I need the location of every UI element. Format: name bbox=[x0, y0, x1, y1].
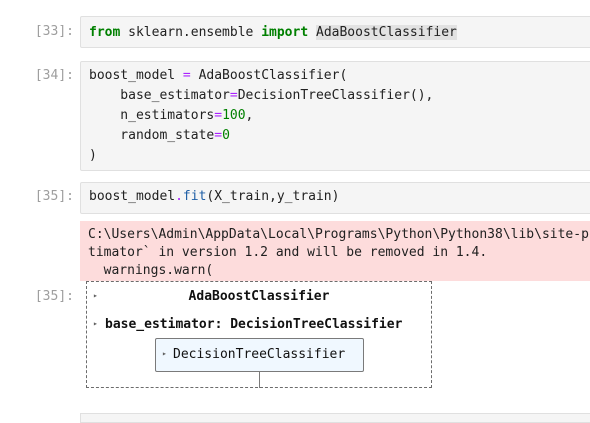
code-token: DecisionTreeClassifier(), bbox=[237, 88, 434, 103]
stderr-line: timator` in version 1.2 and will be remo… bbox=[88, 245, 488, 260]
code-cell-35[interactable]: [35]: boost_model.fit(X_train,y_train) bbox=[0, 182, 590, 214]
code-token: = bbox=[214, 108, 223, 123]
code-line: ) bbox=[89, 146, 590, 166]
code-token: sklearn.ensemble bbox=[120, 25, 262, 40]
connector-line bbox=[259, 372, 260, 388]
code-token: boost_model bbox=[89, 68, 183, 83]
code-token: AdaBoostClassifier( bbox=[190, 68, 348, 83]
output-prompt: [35]: bbox=[34, 289, 74, 304]
code-line: base_estimator=DecisionTreeClassifier(), bbox=[89, 86, 590, 106]
estimator-title[interactable]: AdaBoostClassifier bbox=[87, 289, 431, 304]
code-token: 0 bbox=[222, 128, 230, 143]
code-line: from sklearn.ensemble import AdaBoostCla… bbox=[89, 23, 590, 43]
triangle-right-icon[interactable]: ▸ bbox=[93, 319, 98, 328]
stderr-line: C:\Users\Admin\AppData\Local\Programs\Py… bbox=[88, 227, 589, 242]
estimator-param-label[interactable]: base_estimator: DecisionTreeClassifier bbox=[105, 317, 402, 332]
code-token: base_estimator bbox=[89, 88, 230, 103]
code-line: n_estimators=100, bbox=[89, 106, 590, 126]
code-token: fit bbox=[182, 189, 207, 204]
code-token: ) bbox=[89, 148, 97, 163]
code-token: (X_train,y_train) bbox=[206, 189, 340, 204]
code-token: . bbox=[175, 189, 183, 204]
code-token: random_state bbox=[89, 128, 215, 143]
code-token: boost_model bbox=[89, 189, 176, 204]
next-code-cell[interactable] bbox=[80, 413, 590, 423]
stderr-line: warnings.warn( bbox=[88, 263, 214, 278]
code-line: boost_model.fit(X_train,y_train) bbox=[89, 187, 590, 207]
code-token: n_estimators bbox=[89, 108, 215, 123]
code-token: = bbox=[182, 68, 191, 83]
cell-prompt: [33]: bbox=[34, 24, 74, 39]
code-token: import bbox=[261, 25, 309, 40]
code-input[interactable]: boost_model = AdaBoostClassifier( base_e… bbox=[80, 61, 590, 171]
cell-prompt: [35]: bbox=[34, 189, 74, 204]
code-token: AdaBoostClassifier bbox=[316, 25, 457, 40]
code-token: , bbox=[245, 108, 254, 123]
code-input[interactable]: from sklearn.ensemble import AdaBoostCla… bbox=[80, 16, 590, 48]
cell-prompt: [34]: bbox=[34, 68, 74, 83]
estimator-diagram: ▸ AdaBoostClassifier ▸ base_estimator: D… bbox=[86, 281, 432, 388]
triangle-right-icon[interactable]: ▸ bbox=[162, 349, 167, 358]
stderr-output: C:\Users\Admin\AppData\Local\Programs\Py… bbox=[80, 221, 590, 281]
code-cell-34[interactable]: [34]: boost_model = AdaBoostClassifier( … bbox=[0, 61, 590, 171]
code-token: = bbox=[229, 88, 238, 103]
code-token: = bbox=[214, 128, 223, 143]
code-input[interactable]: boost_model.fit(X_train,y_train) bbox=[80, 182, 590, 214]
inner-estimator-box[interactable]: ▸ DecisionTreeClassifier bbox=[155, 338, 364, 372]
code-cell-33[interactable]: [33]: from sklearn.ensemble import AdaBo… bbox=[0, 16, 590, 48]
code-line: boost_model = AdaBoostClassifier( bbox=[89, 66, 590, 86]
inner-estimator-label[interactable]: DecisionTreeClassifier bbox=[173, 347, 345, 362]
code-line: random_state=0 bbox=[89, 126, 590, 146]
code-token: from bbox=[89, 25, 121, 40]
code-token: 100 bbox=[222, 108, 246, 123]
